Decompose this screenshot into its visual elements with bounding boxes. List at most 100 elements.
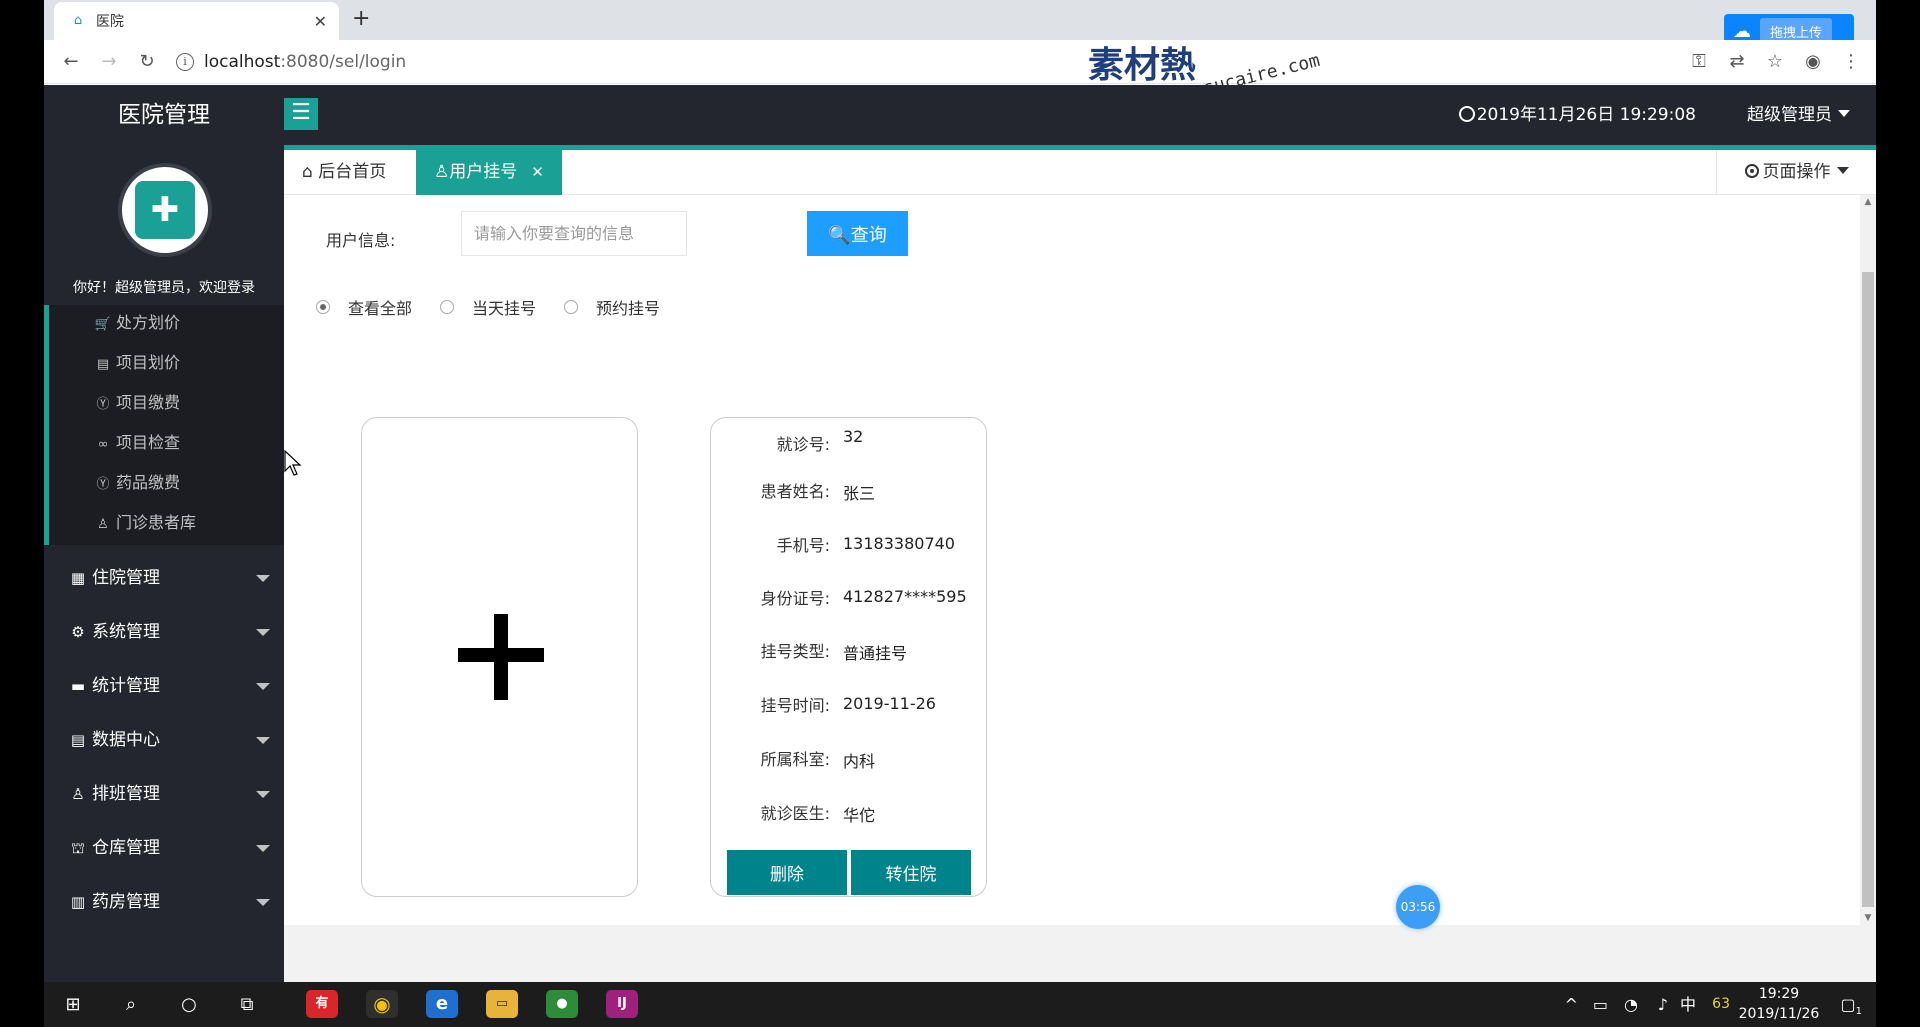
field-key: 就诊医生: — [760, 804, 830, 823]
scrollbar[interactable]: ▲ ▼ — [1860, 195, 1876, 925]
volume-icon[interactable]: ♪ — [1658, 982, 1668, 1027]
page-operations-menu[interactable]: 页面操作 — [1716, 150, 1876, 195]
clock-icon — [1458, 106, 1475, 122]
battery-percent-badge[interactable]: 63 — [1712, 982, 1730, 1027]
ie-app-icon[interactable]: e — [426, 990, 458, 1018]
sidebar-item-label: 统计管理 — [92, 676, 160, 696]
delete-button[interactable]: 删除 — [727, 850, 847, 895]
caret-down-icon — [256, 629, 270, 636]
tray-expand-icon[interactable]: ^ — [1565, 982, 1578, 1027]
sidebar-item-scheduling[interactable]: ♙ 排班管理 — [44, 768, 284, 820]
url-path: :8080/sel/login — [280, 51, 407, 72]
tab-user-registration[interactable]: ♙用户挂号 ✕ — [416, 150, 562, 195]
url-field[interactable]: i localhost:8080/sel/login — [176, 45, 1680, 79]
profile-icon[interactable]: ◉ — [1794, 51, 1832, 72]
folder-app-icon[interactable]: ▭ — [486, 990, 518, 1018]
reload-icon[interactable]: ↻ — [128, 51, 166, 72]
caret-down-icon — [256, 845, 270, 852]
user-name: 超级管理员 — [1747, 105, 1832, 125]
sidebar-item-drug-payment[interactable]: Ⓨ 药品缴费 — [49, 463, 284, 503]
cortana-icon[interactable]: ○ — [160, 982, 218, 1027]
ime-indicator[interactable]: 中 — [1680, 982, 1696, 1027]
home-icon: ⌂ — [302, 162, 313, 182]
sidebar-item-data-center[interactable]: ▤ 数据中心 — [44, 714, 284, 766]
windows-start-icon[interactable]: ⊞ — [44, 982, 102, 1027]
add-registration-card[interactable] — [361, 417, 638, 897]
scrollbar-thumb[interactable] — [1862, 272, 1874, 907]
close-tab-icon[interactable]: ✕ — [531, 163, 544, 181]
page-tabs: ⌂ 后台首页 ♙用户挂号 ✕ 页面操作 — [284, 145, 1876, 195]
sidebar-item-system[interactable]: ⚙ 系统管理 — [44, 606, 284, 658]
notifications-icon[interactable]: ▢1 — [1841, 982, 1863, 1027]
key-icon[interactable]: ⚿ — [1680, 51, 1718, 72]
filter-label: 查看全部 — [348, 299, 413, 318]
monitor-icon: ▬ — [70, 677, 86, 695]
scroll-down-icon[interactable]: ▼ — [1860, 913, 1876, 923]
search-icon[interactable]: ⌕ — [102, 982, 160, 1027]
radio-circle — [440, 300, 454, 314]
intellij-app-icon[interactable]: IJ — [606, 990, 638, 1018]
sidebar-item-inpatient[interactable]: ▦ 住院管理 — [44, 552, 284, 604]
browser-tab[interactable]: ⌂ 医院 ✕ — [54, 2, 339, 40]
chevron-down-icon — [1838, 110, 1850, 117]
sidebar-item-outpatient-library[interactable]: ♙ 门诊患者库 — [49, 503, 284, 543]
sidebar-item-prescription-pricing[interactable]: 🛒 处方划价 — [49, 303, 284, 343]
close-tab-icon[interactable]: ✕ — [314, 12, 327, 31]
tab-home-label: 后台首页 — [318, 162, 387, 182]
sidebar-item-project-pricing[interactable]: ▤ 项目划价 — [49, 343, 284, 383]
scroll-up-icon[interactable]: ▲ — [1860, 197, 1876, 207]
sidebar-item-statistics[interactable]: ▬ 统计管理 — [44, 660, 284, 712]
infinity-icon: ∞ — [97, 437, 109, 452]
field-key: 挂号时间: — [760, 696, 830, 715]
info-icon[interactable]: i — [176, 52, 194, 71]
sidebar-item-project-check[interactable]: ∞ 项目检查 — [49, 423, 284, 463]
user-menu[interactable]: 超级管理员 — [1747, 85, 1850, 145]
page-operations-label: 页面操作 — [1762, 162, 1831, 182]
sidebar-item-pharmacy[interactable]: ▥ 药房管理 — [44, 876, 284, 928]
address-bar: ← → ↻ i localhost:8080/sel/login ⚿ ⇄ ☆ ◉… — [44, 40, 1876, 84]
translate-icon[interactable]: ⇄ — [1718, 51, 1756, 72]
recording-timer[interactable]: 03:56 — [1396, 885, 1440, 929]
cloud-icon: ☁ — [1733, 20, 1751, 42]
caret-down-icon — [256, 683, 270, 690]
star-icon[interactable]: ☆ — [1756, 51, 1794, 72]
forward-arrow-icon[interactable]: → — [90, 51, 128, 72]
chrome-app-icon[interactable]: ◉ — [366, 990, 398, 1018]
filter-label: 预约挂号 — [596, 299, 661, 318]
field-key: 所属科室: — [760, 750, 830, 769]
field-value: 412827****595 — [843, 587, 967, 606]
field-value: 13183380740 — [843, 534, 955, 553]
query-input[interactable] — [461, 211, 687, 256]
field-key: 就诊号: — [776, 435, 830, 454]
sidebar-item-label: 项目缴费 — [116, 393, 181, 412]
transfer-inpatient-button[interactable]: 转住院 — [851, 850, 971, 895]
screen: ⌂ 医院 ✕ + ☁ 拖拽上传 ← → ↻ i localhost:8080/s… — [0, 0, 1920, 1027]
gear-icon: ⚙ — [71, 623, 85, 641]
green-app-icon[interactable]: ● — [546, 990, 578, 1018]
more-menu-icon[interactable]: ⋮ — [1832, 51, 1870, 72]
tab-home[interactable]: ⌂ 后台首页 — [284, 150, 404, 195]
query-button[interactable]: 🔍查询 — [807, 211, 908, 256]
building-icon: ▦ — [70, 569, 86, 587]
task-view-icon[interactable]: ⧉ — [218, 982, 276, 1027]
filter-all-radio[interactable]: 查看全部 — [316, 295, 412, 319]
target-icon — [1744, 164, 1759, 178]
youdao-app-icon[interactable]: 有 — [306, 990, 338, 1018]
new-tab-icon[interactable]: + — [352, 6, 370, 31]
app-title: 医院管理 — [118, 102, 210, 128]
sidebar-item-project-payment[interactable]: Ⓨ 项目缴费 — [49, 383, 284, 423]
sidebar-item-label: 仓库管理 — [92, 838, 160, 858]
filter-today-radio[interactable]: 当天挂号 — [440, 295, 536, 319]
registration-page: 用户信息: 🔍查询 查看全部 当天挂号 预约挂号 就诊号: 32 患者姓名: 张三 … — [284, 195, 1876, 929]
menu-toggle-button[interactable]: ☰ — [284, 98, 318, 130]
tray-clock[interactable]: 19:29 2019/11/26 — [1734, 984, 1824, 1024]
battery-icon[interactable]: ▭ — [1593, 982, 1608, 1027]
back-arrow-icon[interactable]: ← — [52, 51, 90, 72]
sidebar-item-warehouse[interactable]: ⛫ 仓库管理 — [44, 822, 284, 874]
field-value: 张三 — [843, 484, 876, 503]
user-icon: ♙ — [71, 785, 85, 803]
filter-appointment-radio[interactable]: 预约挂号 — [564, 295, 660, 319]
field-key: 手机号: — [776, 536, 830, 555]
cart-icon: 🛒 — [94, 317, 112, 332]
wifi-icon[interactable]: ◔ — [1624, 982, 1638, 1027]
